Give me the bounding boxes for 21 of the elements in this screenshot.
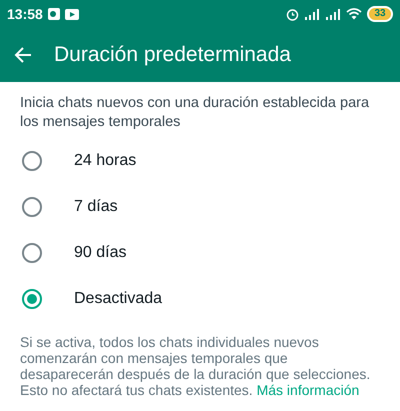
option-label: 90 días: [74, 243, 126, 263]
wifi-icon: [346, 8, 362, 20]
page-title: Duración predeterminada: [54, 42, 291, 68]
alarm-icon: [286, 8, 299, 20]
notification-icon: [48, 8, 60, 20]
option-label: 7 días: [74, 197, 118, 217]
radio-button[interactable]: [22, 151, 42, 171]
signal-icon: [304, 8, 320, 20]
play-icon: [64, 8, 79, 20]
radio-button[interactable]: [22, 197, 42, 217]
back-arrow-icon[interactable]: [14, 46, 32, 64]
footer-text: Si se activa, todos los chats individuales nuevos comenzarán con mensajes temporales que desaparecerán después de la duración que selecciones. Esto no afectará tus chats existentes. Más información: [19, 333, 372, 398]
option-label: Desactivada: [74, 289, 162, 309]
radio-button[interactable]: [22, 243, 42, 263]
description-text: Inicia chats nuevos con una duración establecida para los mensajes temporales: [19, 94, 370, 132]
status-time: 13:58: [7, 4, 43, 24]
radio-button[interactable]: [22, 289, 42, 309]
more-info-link[interactable]: Más información: [256, 382, 360, 398]
option-label: 24 horas: [74, 151, 136, 171]
battery-indicator: 33: [367, 6, 393, 22]
signal-icon: [325, 8, 341, 20]
